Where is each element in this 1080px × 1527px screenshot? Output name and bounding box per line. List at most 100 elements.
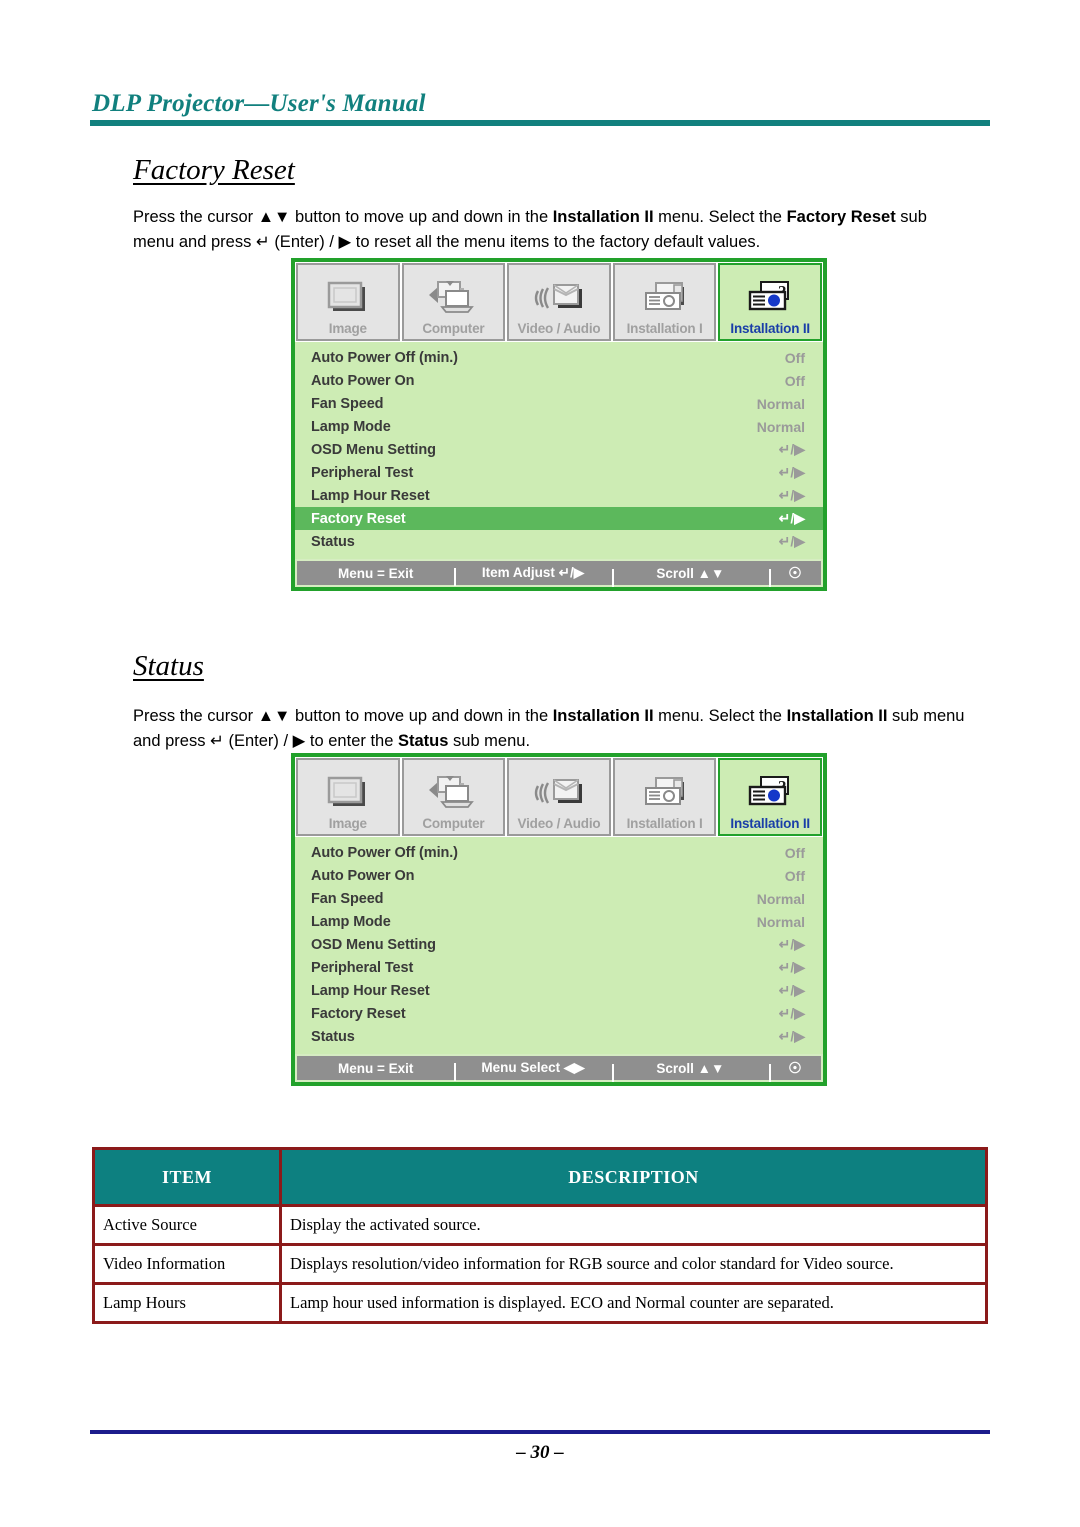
manual-page: DLP Projector—User's Manual Factory Rese… — [0, 0, 1080, 1527]
table-header-item: ITEM — [92, 1147, 282, 1207]
osd-menu-item-value: ↵/▶ — [778, 464, 805, 480]
table-cell-item: Lamp Hours — [92, 1282, 282, 1324]
osd-footer-scroll[interactable]: Scroll ▲▼ — [611, 566, 769, 587]
table-cell-item: Video Information — [92, 1243, 282, 1285]
table-header-row: ITEM DESCRIPTION — [92, 1147, 988, 1207]
osd-tab-computer[interactable]: Computer — [401, 758, 506, 836]
osd-tab-label: Image — [328, 816, 367, 831]
osd-menu-item-label: Lamp Mode — [311, 418, 391, 435]
osd-menu-item-value: ↵/▶ — [778, 982, 805, 998]
osd-menu-item[interactable]: Status ↵/▶ — [295, 1025, 823, 1048]
image-screen-icon — [325, 276, 371, 320]
osd-menu-item[interactable]: Auto Power On Off — [295, 369, 823, 392]
osd-tab-installation-ii[interactable]: ? Installation II — [718, 758, 822, 836]
osd-footer-exit[interactable]: Menu = Exit — [297, 1061, 454, 1076]
image-screen-icon — [325, 771, 371, 815]
osd-item-list: Auto Power Off (min.) Off Auto Power On Off… — [295, 342, 823, 559]
table-row: Video Information Displays resolution/vid… — [92, 1243, 988, 1285]
osd-tab-label: Computer — [422, 816, 485, 831]
osd-menu-item-label: Fan Speed — [311, 395, 384, 412]
lamp-glyph: ☉ — [788, 564, 802, 582]
osd-menu-item-label: Lamp Hour Reset — [311, 982, 430, 999]
osd-footer-scroll[interactable]: Scroll ▲▼ — [611, 1061, 769, 1082]
osd-menu-item-value: Normal — [756, 913, 805, 930]
installation-one-icon — [638, 771, 692, 815]
osd-tab-bar: Image Computer Video / Audio Installatio… — [295, 757, 823, 837]
osd-menu-item-label: Lamp Mode — [311, 913, 391, 930]
osd-menu-item[interactable]: Peripheral Test ↵/▶ — [295, 461, 823, 484]
computer-laptop-icon — [427, 771, 479, 815]
osd-menu-item[interactable]: OSD Menu Setting ↵/▶ — [295, 933, 823, 956]
osd-menu-item[interactable]: Auto Power On Off — [295, 864, 823, 887]
osd-menu-item-label: Peripheral Test — [311, 959, 414, 976]
table-header-description: DESCRIPTION — [279, 1147, 988, 1207]
osd-menu-item-label: Peripheral Test — [311, 464, 414, 481]
osd-menu-item-label: Status — [311, 533, 355, 550]
osd-menu-item-label: Status — [311, 1028, 355, 1045]
osd-tab-label: Image — [328, 321, 367, 336]
osd-menu-item-label: Auto Power Off (min.) — [311, 844, 458, 861]
osd-tab-computer[interactable]: Computer — [401, 263, 506, 341]
table-cell-description: Display the activated source. — [279, 1204, 988, 1246]
osd-footer-action[interactable]: Menu Select ◀▶ — [454, 1060, 611, 1081]
osd-tab-video-audio[interactable]: Video / Audio — [507, 758, 611, 836]
osd-menu-item[interactable]: Peripheral Test ↵/▶ — [295, 956, 823, 979]
osd-menu-item-label: Lamp Hour Reset — [311, 487, 430, 504]
osd-menu-item-value: Normal — [756, 418, 805, 435]
osd-menu-item[interactable]: Fan Speed Normal — [295, 887, 823, 910]
osd-tab-installation-i[interactable]: Installation I — [612, 263, 717, 341]
osd-menu-item-label: Auto Power Off (min.) — [311, 349, 458, 366]
osd-footer-exit[interactable]: Menu = Exit — [297, 566, 454, 581]
osd-menu-item-value: ↵/▶ — [778, 533, 805, 549]
video-audio-icon — [532, 771, 586, 815]
section-paragraph-factory-reset: Press the cursor ▲▼ button to move up an… — [133, 208, 927, 251]
osd-tab-image[interactable]: Image — [296, 263, 400, 341]
osd-menu-item-value: ↵/▶ — [778, 1005, 805, 1021]
osd-menu-item-value: ↵/▶ — [778, 936, 805, 952]
osd-menu-item[interactable]: Lamp Hour Reset ↵/▶ — [295, 484, 823, 507]
status-description-table: ITEM DESCRIPTION Active Source Display th… — [92, 1147, 988, 1324]
osd-tab-label: Video / Audio — [517, 816, 601, 831]
osd-menu-item-value: ↵/▶ — [778, 1028, 805, 1044]
osd-menu-item[interactable]: Factory Reset ↵/▶ — [295, 1002, 823, 1025]
osd-menu-item-label: OSD Menu Setting — [311, 441, 436, 458]
osd-menu-item[interactable]: Lamp Mode Normal — [295, 910, 823, 933]
osd-tab-label: Installation I — [626, 816, 703, 831]
osd-footer-action[interactable]: Item Adjust ↵/▶ — [454, 565, 611, 586]
osd-menu-item-label: OSD Menu Setting — [311, 936, 436, 953]
table-row: Lamp Hours Lamp hour used information is … — [92, 1282, 988, 1324]
table-row: Active Source Display the activated sourc… — [92, 1204, 988, 1246]
table-cell-description: Lamp hour used information is displayed.… — [279, 1282, 988, 1324]
osd-menu-item[interactable]: Status ↵/▶ — [295, 530, 823, 553]
osd-menu-item[interactable]: Auto Power Off (min.) Off — [295, 346, 823, 369]
osd-menu-item-label: Auto Power On — [311, 867, 415, 884]
osd-menu-item[interactable]: Lamp Hour Reset ↵/▶ — [295, 979, 823, 1002]
osd-menu-item[interactable]: Factory Reset ↵/▶ — [295, 507, 823, 530]
osd-menu-item-label: Factory Reset — [311, 510, 406, 527]
osd-tab-video-audio[interactable]: Video / Audio — [507, 263, 611, 341]
table-body: Active Source Display the activated sourc… — [92, 1204, 988, 1324]
osd-tab-label: Video / Audio — [517, 321, 601, 336]
osd-menu-factory-reset: Image Computer Video / Audio Installatio… — [291, 258, 827, 591]
osd-tab-label: Installation I — [626, 321, 703, 336]
osd-tab-label: Installation II — [730, 816, 810, 831]
osd-menu-item-value: Off — [784, 372, 805, 389]
osd-menu-item-label: Fan Speed — [311, 890, 384, 907]
page-header-title: DLP Projector—User's Manual — [92, 90, 426, 117]
lamp-icon: ☉ — [768, 1061, 821, 1082]
page-number: – 30 – — [516, 1442, 564, 1463]
osd-item-list: Auto Power Off (min.) Off Auto Power On Off… — [295, 837, 823, 1054]
osd-menu-item[interactable]: OSD Menu Setting ↵/▶ — [295, 438, 823, 461]
installation-two-icon: ? — [743, 276, 797, 320]
osd-tab-installation-i[interactable]: Installation I — [612, 758, 717, 836]
lamp-icon: ☉ — [768, 564, 821, 587]
osd-menu-item[interactable]: Fan Speed Normal — [295, 392, 823, 415]
osd-menu-item-value: Normal — [756, 890, 805, 907]
osd-tab-image[interactable]: Image — [296, 758, 400, 836]
osd-tab-installation-ii[interactable]: ? Installation II — [718, 263, 822, 341]
osd-footer-bar: Menu = Exit Item Adjust ↵/▶ Scroll ▲▼ ☉ — [297, 561, 821, 587]
osd-menu-item[interactable]: Auto Power Off (min.) Off — [295, 841, 823, 864]
osd-menu-item[interactable]: Lamp Mode Normal — [295, 415, 823, 438]
header-rule — [90, 120, 990, 126]
osd-footer-bar: Menu = Exit Menu Select ◀▶ Scroll ▲▼ ☉ — [297, 1056, 821, 1082]
